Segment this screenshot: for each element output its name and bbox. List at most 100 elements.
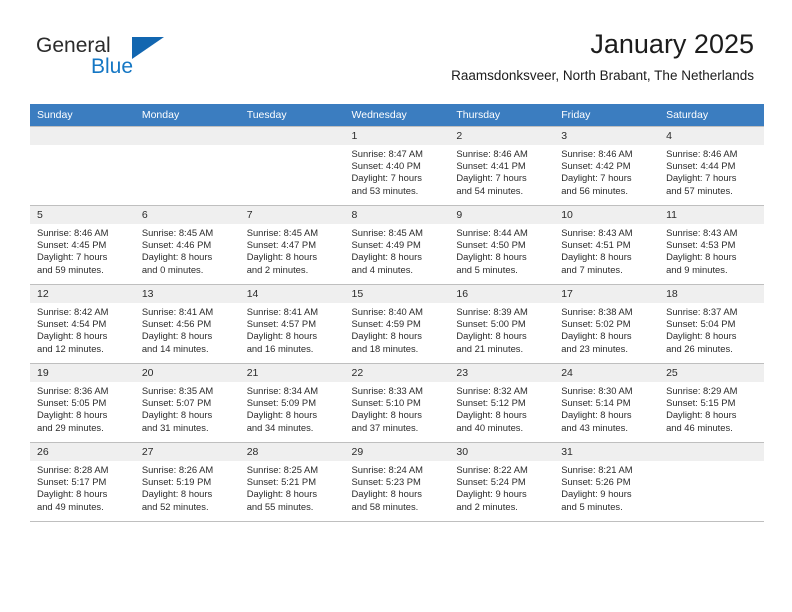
day-cell-inner: 18 Sunrise: 8:37 AM Sunset: 5:04 PM Dayligh…	[659, 285, 764, 363]
sunrise-time: Sunrise: 8:36 AM	[37, 385, 109, 396]
sunrise-time: Sunrise: 8:43 AM	[666, 227, 738, 238]
daylight-duration-line2: and 52 minutes.	[141, 500, 209, 512]
sunrise-time: Sunrise: 8:46 AM	[37, 227, 109, 238]
sunset-time: Sunset: 5:07 PM	[141, 397, 212, 409]
day-cell-inner: 13 Sunrise: 8:41 AM Sunset: 4:56 PM Dayligh…	[134, 285, 240, 363]
day-details: Sunrise: 8:25 AM Sunset: 5:21 PM Daylight:…	[240, 461, 345, 513]
day-details: Sunrise: 8:32 AM Sunset: 5:12 PM Daylight:…	[449, 382, 554, 434]
calendar-week-row: 5 Sunrise: 8:46 AM Sunset: 4:45 PM Daylight…	[30, 205, 764, 285]
sunset-time: Sunset: 5:19 PM	[141, 476, 212, 488]
day-details: Sunrise: 8:34 AM Sunset: 5:09 PM Daylight:…	[240, 382, 345, 434]
calendar-day-cell[interactable]: 30 Sunrise: 8:22 AM Sunset: 5:24 PM Dayligh…	[449, 442, 555, 522]
day-cell-inner: 2 Sunrise: 8:46 AM Sunset: 4:41 PM Daylight…	[449, 127, 555, 205]
calendar-day-cell[interactable]: 16 Sunrise: 8:39 AM Sunset: 5:00 PM Dayligh…	[449, 284, 555, 364]
day-cell-inner: 26 Sunrise: 8:28 AM Sunset: 5:17 PM Dayligh…	[30, 443, 135, 521]
day-number: 11	[659, 206, 764, 224]
calendar-body: 1 Sunrise: 8:47 AM Sunset: 4:40 PM Daylight…	[30, 126, 764, 522]
day-details: Sunrise: 8:47 AM Sunset: 4:40 PM Daylight:…	[345, 145, 450, 197]
calendar-day-cell[interactable]: 12 Sunrise: 8:42 AM Sunset: 4:54 PM Dayligh…	[30, 284, 135, 364]
day-cell-inner: 11 Sunrise: 8:43 AM Sunset: 4:53 PM Dayligh…	[659, 206, 764, 284]
day-cell-inner: 4 Sunrise: 8:46 AM Sunset: 4:44 PM Daylight…	[659, 127, 764, 205]
day-number: 26	[30, 443, 135, 461]
daylight-duration-line2: and 31 minutes.	[141, 421, 209, 433]
calendar-day-cell[interactable]: 15 Sunrise: 8:40 AM Sunset: 4:59 PM Dayligh…	[344, 284, 450, 364]
calendar-day-cell[interactable]: 9 Sunrise: 8:44 AM Sunset: 4:50 PM Daylight…	[449, 205, 555, 285]
sunrise-time: Sunrise: 8:28 AM	[37, 464, 109, 475]
calendar-day-cell[interactable]: 1 Sunrise: 8:47 AM Sunset: 4:40 PM Daylight…	[344, 126, 450, 206]
calendar-day-cell[interactable]: 26 Sunrise: 8:28 AM Sunset: 5:17 PM Dayligh…	[30, 442, 135, 522]
sunset-time: Sunset: 4:54 PM	[37, 318, 107, 330]
sunset-time: Sunset: 5:12 PM	[456, 397, 526, 409]
calendar-day-cell[interactable]: 19 Sunrise: 8:36 AM Sunset: 5:05 PM Dayligh…	[30, 363, 135, 443]
sunset-time: Sunset: 5:21 PM	[246, 476, 316, 488]
daylight-duration-line2: and 5 minutes.	[561, 500, 623, 512]
day-cell-inner: 27 Sunrise: 8:26 AM Sunset: 5:19 PM Dayligh…	[134, 443, 240, 521]
calendar-cell-empty	[134, 126, 240, 206]
day-details: Sunrise: 8:44 AM Sunset: 4:50 PM Daylight:…	[449, 224, 554, 276]
calendar-day-cell[interactable]: 14 Sunrise: 8:41 AM Sunset: 4:57 PM Dayligh…	[239, 284, 345, 364]
day-details: Sunrise: 8:41 AM Sunset: 4:57 PM Daylight:…	[240, 303, 345, 355]
weekday-header-wednesday: Wednesday	[344, 104, 450, 127]
daylight-duration-line1: Daylight: 8 hours	[141, 409, 213, 421]
sunrise-time: Sunrise: 8:38 AM	[561, 306, 633, 317]
daylight-duration-line2: and 0 minutes.	[141, 263, 204, 275]
calendar-header-row: Sunday Monday Tuesday Wednesday Thursday…	[30, 104, 764, 127]
calendar-day-cell[interactable]: 27 Sunrise: 8:26 AM Sunset: 5:19 PM Dayligh…	[134, 442, 240, 522]
calendar-day-cell[interactable]: 8 Sunrise: 8:45 AM Sunset: 4:49 PM Daylight…	[344, 205, 450, 285]
weekday-header-thursday: Thursday	[449, 104, 555, 127]
day-cell-inner: 25 Sunrise: 8:29 AM Sunset: 5:15 PM Dayligh…	[659, 364, 764, 442]
sunset-time: Sunset: 4:44 PM	[666, 160, 736, 172]
sunset-time: Sunset: 5:17 PM	[37, 476, 107, 488]
daylight-duration-line1: Daylight: 8 hours	[37, 488, 108, 500]
calendar-day-cell[interactable]: 17 Sunrise: 8:38 AM Sunset: 5:02 PM Dayligh…	[554, 284, 660, 364]
calendar-day-cell[interactable]: 25 Sunrise: 8:29 AM Sunset: 5:15 PM Dayligh…	[659, 363, 764, 443]
daylight-duration-line2: and 34 minutes.	[246, 421, 314, 433]
calendar-day-cell[interactable]: 7 Sunrise: 8:45 AM Sunset: 4:47 PM Daylight…	[239, 205, 345, 285]
calendar-day-cell[interactable]: 2 Sunrise: 8:46 AM Sunset: 4:41 PM Daylight…	[449, 126, 555, 206]
daylight-duration-line1: Daylight: 8 hours	[561, 251, 632, 263]
calendar-day-cell[interactable]: 23 Sunrise: 8:32 AM Sunset: 5:12 PM Dayligh…	[449, 363, 555, 443]
sunrise-time: Sunrise: 8:35 AM	[141, 385, 214, 396]
calendar-day-cell[interactable]: 4 Sunrise: 8:46 AM Sunset: 4:44 PM Daylight…	[659, 126, 764, 206]
calendar-day-cell[interactable]: 28 Sunrise: 8:25 AM Sunset: 5:21 PM Dayligh…	[239, 442, 345, 522]
day-details: Sunrise: 8:38 AM Sunset: 5:02 PM Daylight:…	[554, 303, 659, 355]
generalblue-logo[interactable]: General Blue	[36, 34, 216, 84]
calendar-day-cell[interactable]: 13 Sunrise: 8:41 AM Sunset: 4:56 PM Dayligh…	[134, 284, 240, 364]
day-cell-inner: 10 Sunrise: 8:43 AM Sunset: 4:51 PM Dayligh…	[554, 206, 660, 284]
day-number: 14	[239, 285, 345, 303]
daylight-duration-line1: Daylight: 8 hours	[37, 330, 108, 342]
calendar-day-cell[interactable]: 6 Sunrise: 8:45 AM Sunset: 4:46 PM Daylight…	[134, 205, 240, 285]
day-cell-inner: 29 Sunrise: 8:24 AM Sunset: 5:23 PM Dayligh…	[344, 443, 450, 521]
sunrise-time: Sunrise: 8:41 AM	[246, 306, 319, 317]
day-details: Sunrise: 8:30 AM Sunset: 5:14 PM Daylight:…	[554, 382, 659, 434]
day-number: 3	[554, 127, 660, 145]
weekday-header-tuesday: Tuesday	[239, 104, 345, 127]
calendar-day-cell[interactable]: 3 Sunrise: 8:46 AM Sunset: 4:42 PM Daylight…	[554, 126, 660, 206]
calendar-day-cell[interactable]: 20 Sunrise: 8:35 AM Sunset: 5:07 PM Dayligh…	[134, 363, 240, 443]
sunrise-time: Sunrise: 8:40 AM	[351, 306, 423, 317]
calendar-day-cell[interactable]: 10 Sunrise: 8:43 AM Sunset: 4:51 PM Dayligh…	[554, 205, 660, 285]
calendar-day-cell[interactable]: 11 Sunrise: 8:43 AM Sunset: 4:53 PM Dayligh…	[659, 205, 764, 285]
day-details: Sunrise: 8:46 AM Sunset: 4:41 PM Daylight:…	[449, 145, 554, 197]
calendar-day-cell[interactable]: 31 Sunrise: 8:21 AM Sunset: 5:26 PM Dayligh…	[554, 442, 660, 522]
daylight-duration-line2: and 59 minutes.	[37, 263, 104, 275]
sunrise-time: Sunrise: 8:45 AM	[351, 227, 423, 238]
daylight-duration-line1: Daylight: 7 hours	[666, 172, 737, 184]
day-cell-inner	[134, 127, 240, 205]
day-cell-inner: 22 Sunrise: 8:33 AM Sunset: 5:10 PM Dayligh…	[344, 364, 450, 442]
calendar-day-cell[interactable]: 22 Sunrise: 8:33 AM Sunset: 5:10 PM Dayligh…	[344, 363, 450, 443]
sunrise-time: Sunrise: 8:26 AM	[141, 464, 214, 475]
day-details: Sunrise: 8:35 AM Sunset: 5:07 PM Daylight:…	[135, 382, 240, 434]
sunset-time: Sunset: 4:49 PM	[351, 239, 421, 251]
day-number: 22	[344, 364, 450, 382]
calendar-day-cell[interactable]: 18 Sunrise: 8:37 AM Sunset: 5:04 PM Dayligh…	[659, 284, 764, 364]
day-number: 9	[449, 206, 555, 224]
calendar-day-cell[interactable]: 24 Sunrise: 8:30 AM Sunset: 5:14 PM Dayligh…	[554, 363, 660, 443]
daylight-duration-line2: and 26 minutes.	[666, 342, 733, 354]
day-number: 15	[344, 285, 450, 303]
day-number: 12	[30, 285, 135, 303]
calendar-day-cell[interactable]: 21 Sunrise: 8:34 AM Sunset: 5:09 PM Dayligh…	[239, 363, 345, 443]
daylight-duration-line2: and 37 minutes.	[351, 421, 419, 433]
calendar-day-cell[interactable]: 5 Sunrise: 8:46 AM Sunset: 4:45 PM Daylight…	[30, 205, 135, 285]
calendar-day-cell[interactable]: 29 Sunrise: 8:24 AM Sunset: 5:23 PM Dayligh…	[344, 442, 450, 522]
